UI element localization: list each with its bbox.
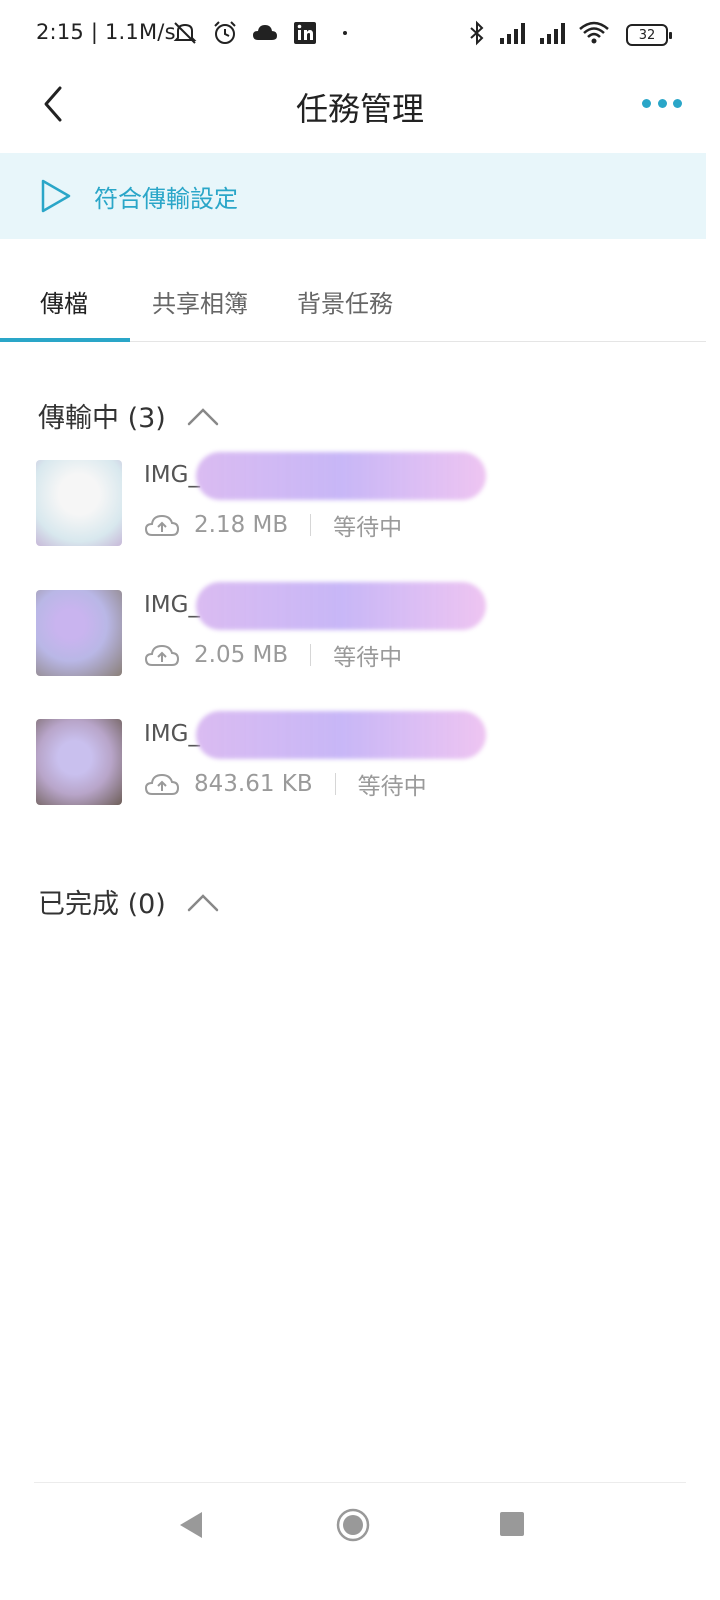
file-status: 等待中 [333,645,403,671]
name-blur-mask [196,711,486,759]
battery-level: 32 [626,24,672,46]
more-dot [642,98,651,108]
file-thumbnail [36,590,122,676]
in-progress-header[interactable]: 傳輸中 (3) [38,396,220,435]
file-name: IMG_ [144,462,200,488]
file-size: 2.05 MB [194,642,289,668]
status-icons-right [464,20,610,46]
more-dot [673,98,682,108]
file-thumbnail [36,460,122,546]
more-dot [657,98,667,108]
meta-divider [310,514,312,536]
list-item[interactable]: IMG_ 843.61 KB 等待中 [36,711,686,807]
tab-bar: 傳檔 共享相簿 背景任務 [0,268,706,342]
tab-shared-album[interactable]: 共享相簿 [152,284,248,319]
play-icon [41,179,71,213]
alarm-icon [214,21,236,44]
nav-back-icon[interactable] [178,1510,204,1540]
file-size: 2.18 MB [194,512,289,538]
list-item[interactable]: IMG_ 2.18 MB 等待中 [36,452,686,548]
chevron-up-icon[interactable] [186,405,220,427]
transfer-settings-banner[interactable]: 符合傳輸設定 [0,153,706,239]
more-options-icon[interactable] [642,88,682,118]
file-thumbnail [36,719,122,805]
cloud-icon [253,25,277,40]
system-nav-bar [0,1490,720,1600]
file-status: 等待中 [357,774,427,800]
dot-icon [343,31,347,35]
linkedin-icon [294,22,316,44]
file-meta: 843.61 KB 等待中 [144,767,427,801]
wifi-icon [579,21,609,44]
file-name: IMG_ [144,721,200,747]
tab-indicator [0,338,130,342]
tab-background-tasks[interactable]: 背景任務 [297,284,393,319]
cloud-upload-icon [144,773,180,795]
meta-divider [334,773,336,795]
signal-icon [540,23,565,44]
status-bar: 2:15 | 1.1M/s 32 [0,0,720,70]
meta-divider [310,644,312,666]
name-blur-mask [196,452,486,500]
cloud-upload-icon [144,514,180,536]
file-meta: 2.18 MB 等待中 [144,508,402,542]
battery-indicator: 32 [626,24,672,46]
completed-header[interactable]: 已完成 (0) [38,882,220,921]
file-status: 等待中 [333,515,403,541]
tab-transfer[interactable]: 傳檔 [40,284,88,319]
file-name: IMG_ [144,592,200,618]
bluetooth-icon [470,20,484,46]
nav-recents-icon[interactable] [500,1512,524,1536]
name-blur-mask [196,582,486,630]
chevron-up-icon[interactable] [186,891,220,913]
in-progress-title: 傳輸中 (3) [38,403,166,434]
signal-icon [500,23,525,44]
nav-home-icon[interactable] [336,1508,370,1542]
nav-divider [34,1482,686,1483]
cloud-upload-icon [144,644,180,666]
mute-icon [173,22,197,44]
file-size: 843.61 KB [194,771,313,797]
completed-title: 已完成 (0) [38,889,166,920]
banner-label: 符合傳輸設定 [94,184,238,213]
list-item[interactable]: IMG_ 2.05 MB 等待中 [36,582,686,678]
status-icons-left [172,20,358,46]
page-title: 任務管理 [295,90,424,128]
file-meta: 2.05 MB 等待中 [144,638,402,672]
status-time-speed: 2:15 | 1.1M/s [36,20,176,44]
title-bar: 任務管理 [0,70,720,152]
